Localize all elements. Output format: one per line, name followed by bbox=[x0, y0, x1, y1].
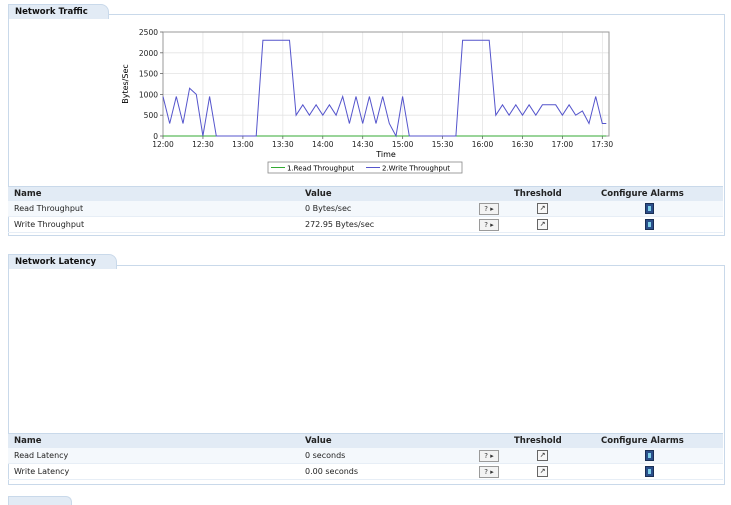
next-panel-tab bbox=[8, 496, 72, 505]
configure-alarm-icon[interactable] bbox=[645, 219, 654, 230]
table-row: Read Throughput 0 Bytes/sec ? ▸ ↗ bbox=[8, 201, 723, 217]
col-value: Value bbox=[305, 436, 332, 446]
col-threshold: Threshold bbox=[514, 189, 562, 199]
table-row: Read Latency 0 seconds ? ▸ ↗ bbox=[8, 448, 723, 464]
col-value: Value bbox=[305, 189, 332, 199]
row-value: 0 Bytes/sec bbox=[305, 204, 352, 213]
table-header: Name Value Threshold Configure Alarms bbox=[8, 433, 723, 448]
threshold-edit-icon[interactable]: ↗ bbox=[537, 450, 548, 461]
row-name: Read Throughput bbox=[14, 204, 84, 213]
col-name: Name bbox=[14, 436, 42, 446]
col-name: Name bbox=[14, 189, 42, 199]
configure-alarm-icon[interactable] bbox=[645, 203, 654, 214]
col-threshold: Threshold bbox=[514, 436, 562, 446]
help-button[interactable]: ? ▸ bbox=[479, 450, 499, 462]
help-button[interactable]: ? ▸ bbox=[479, 203, 499, 215]
network-traffic-title: Network Traffic bbox=[8, 4, 109, 19]
threshold-edit-icon[interactable]: ↗ bbox=[537, 219, 548, 230]
table-row: Write Throughput 272.95 Bytes/sec ? ▸ ↗ bbox=[8, 217, 723, 233]
table-header: Name Value Threshold Configure Alarms bbox=[8, 186, 723, 201]
row-value: 0 seconds bbox=[305, 451, 346, 460]
col-configure-alarms: Configure Alarms bbox=[601, 189, 684, 199]
threshold-edit-icon[interactable]: ↗ bbox=[537, 203, 548, 214]
row-value: 0.00 seconds bbox=[305, 467, 359, 476]
threshold-edit-icon[interactable]: ↗ bbox=[537, 466, 548, 477]
configure-alarm-icon[interactable] bbox=[645, 466, 654, 477]
col-configure-alarms: Configure Alarms bbox=[601, 436, 684, 446]
row-name: Read Latency bbox=[14, 451, 69, 460]
row-value: 272.95 Bytes/sec bbox=[305, 220, 375, 229]
configure-alarm-icon[interactable] bbox=[645, 450, 654, 461]
help-button[interactable]: ? ▸ bbox=[479, 466, 499, 478]
network-latency-title: Network Latency bbox=[8, 254, 118, 269]
table-row: Write Latency 0.00 seconds ? ▸ ↗ bbox=[8, 464, 723, 480]
row-name: Write Latency bbox=[14, 467, 70, 476]
help-button[interactable]: ? ▸ bbox=[479, 219, 499, 231]
row-name: Write Throughput bbox=[14, 220, 85, 229]
